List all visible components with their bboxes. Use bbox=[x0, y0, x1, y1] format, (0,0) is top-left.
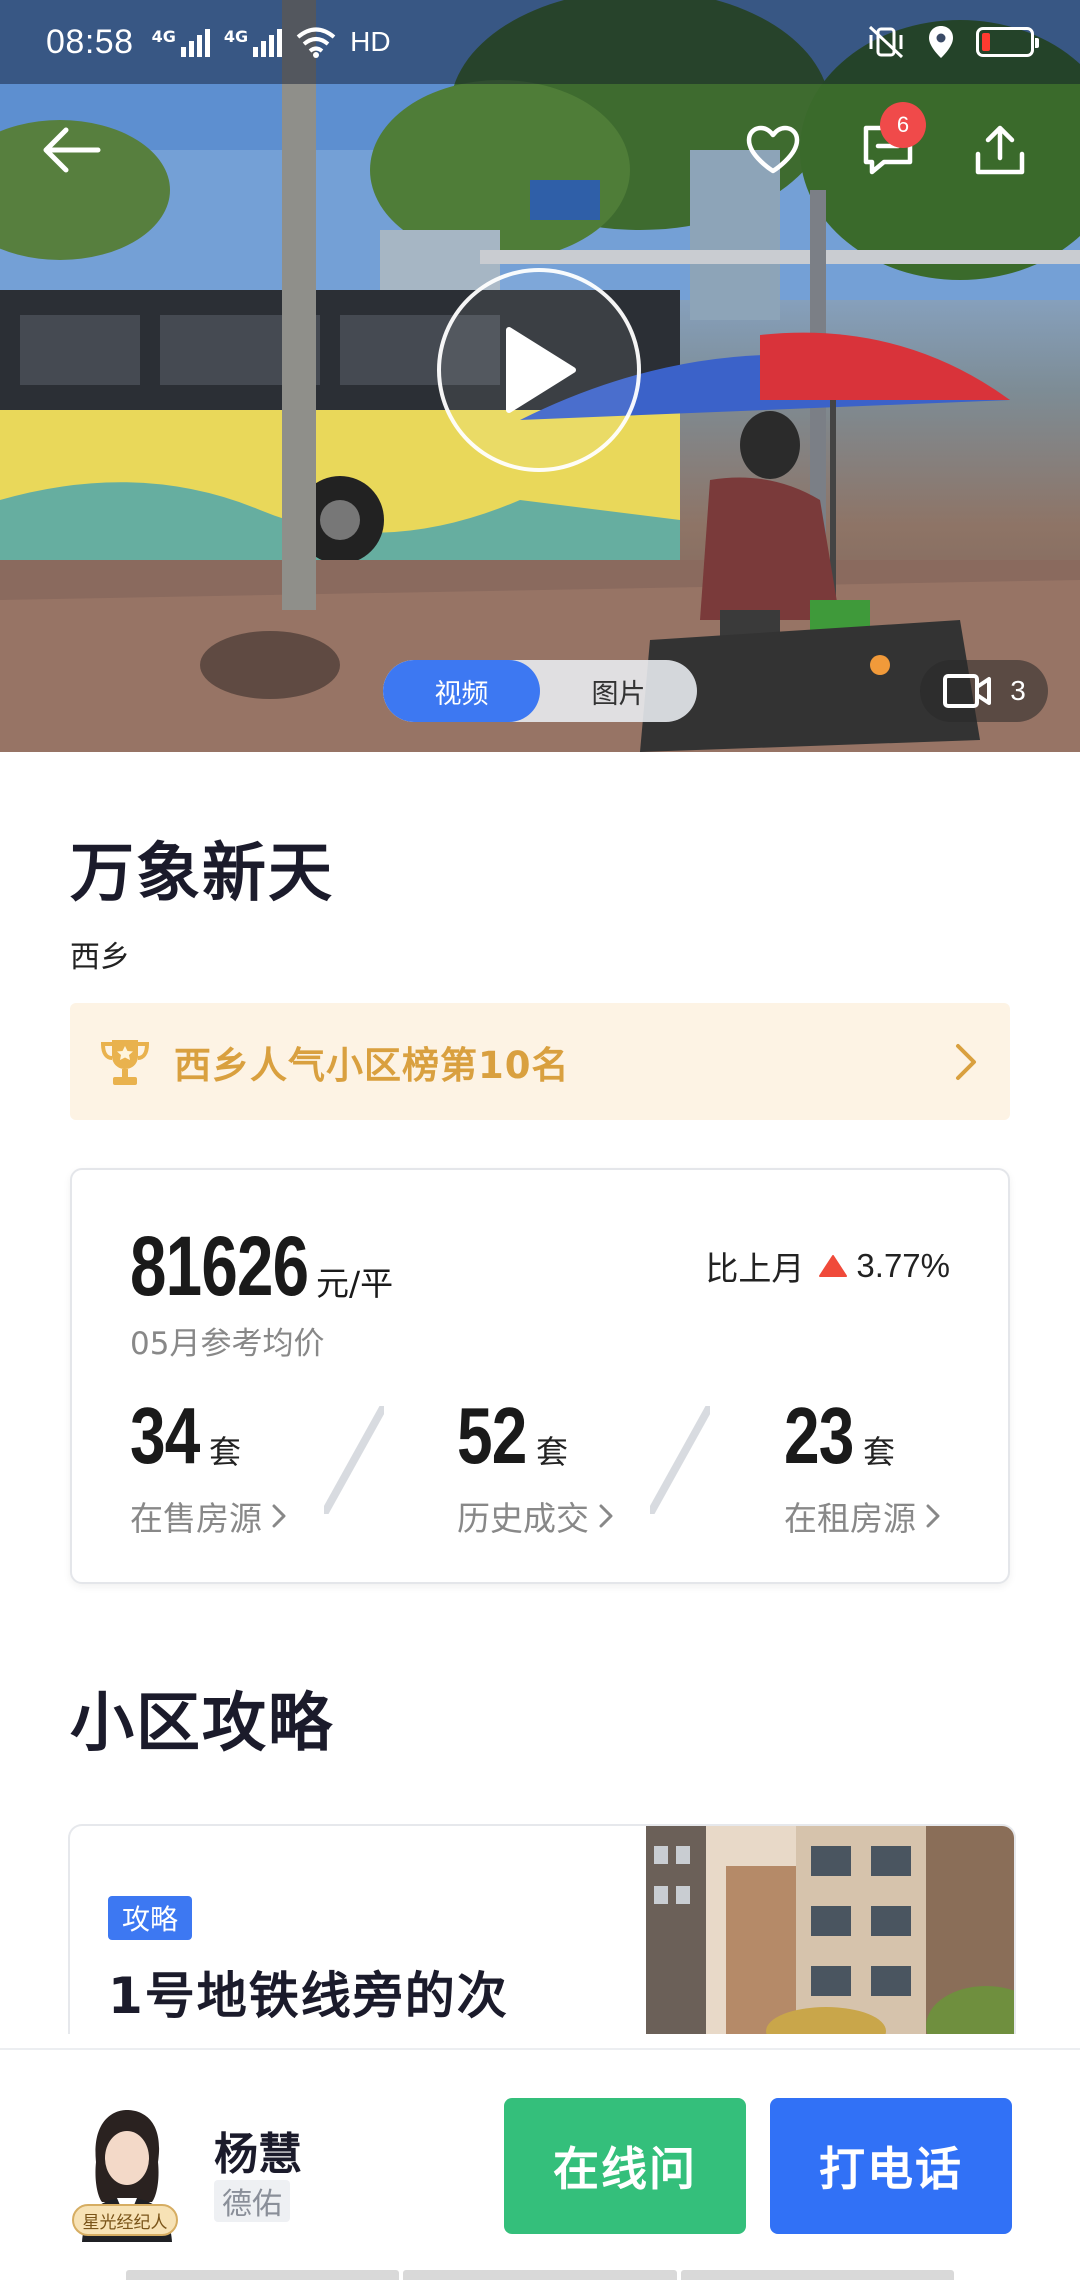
message-badge: 6 bbox=[880, 102, 926, 148]
stat-label: 在售房源 bbox=[130, 1499, 262, 1538]
hero-media[interactable]: 08:58 4G 4G HD 6 视频 图片 3 bbox=[0, 0, 1080, 752]
triangle-up-icon bbox=[819, 1255, 848, 1277]
status-signal-group: 4G 4G HD bbox=[152, 26, 391, 58]
compare-value: 3.77% bbox=[856, 1247, 950, 1284]
chevron-right-icon bbox=[926, 1504, 940, 1528]
guide-thumbnail bbox=[646, 1826, 1014, 2034]
video-camera-icon bbox=[943, 674, 992, 708]
guide-card[interactable]: 攻略 1号地铁线旁的次 bbox=[68, 1824, 1016, 2034]
share-icon bbox=[975, 125, 1025, 175]
stat-unit: 套 bbox=[862, 1433, 895, 1471]
chevron-right-icon bbox=[599, 1504, 613, 1528]
play-icon bbox=[506, 327, 576, 413]
stat-divider bbox=[650, 1406, 710, 1514]
community-header: 万象新天 西乡 bbox=[70, 822, 334, 976]
stat-unit: 套 bbox=[535, 1433, 568, 1471]
district-label: 西乡 bbox=[70, 940, 130, 975]
wifi-icon bbox=[296, 27, 336, 58]
community-name: 万象新天 bbox=[70, 837, 334, 911]
status-time: 08:58 bbox=[46, 22, 134, 61]
stat-number: 52 bbox=[457, 1391, 527, 1480]
location-icon bbox=[929, 26, 953, 58]
bottom-action-bar: 星光经纪人 杨慧 德佑 在线问 打电话 bbox=[0, 2048, 1080, 2280]
stat-unit: 套 bbox=[208, 1433, 241, 1471]
agent-badge: 星光经纪人 bbox=[72, 2204, 178, 2236]
online-chat-button[interactable]: 在线问 bbox=[504, 2098, 746, 2234]
battery-icon bbox=[976, 27, 1039, 57]
video-count: 3 bbox=[1010, 675, 1026, 706]
stat-for-rent[interactable]: 23 套 在租房源 bbox=[784, 1390, 1044, 1540]
month-compare: 比上月 3.77% bbox=[705, 1242, 950, 1290]
signal-icon-2: 4G bbox=[224, 27, 283, 57]
favorite-button[interactable] bbox=[733, 110, 813, 190]
guide-tag: 攻略 bbox=[108, 1896, 193, 1940]
chevron-right-icon bbox=[272, 1504, 286, 1528]
play-video-button[interactable] bbox=[437, 268, 641, 472]
stat-label: 历史成交 bbox=[457, 1499, 589, 1538]
ranking-banner[interactable]: 西乡人气小区榜第10名 bbox=[70, 1003, 1010, 1120]
price-card: 81626 元/平 05月参考均价 比上月 3.77% 34 套 在售房源 52… bbox=[70, 1168, 1010, 1584]
video-count-badge[interactable]: 3 bbox=[920, 660, 1048, 722]
chevron-right-icon bbox=[956, 1043, 976, 1080]
heart-icon bbox=[746, 125, 800, 174]
price-caption: 05月参考均价 bbox=[130, 1326, 325, 1362]
hd-label: HD bbox=[350, 26, 391, 57]
tab-video[interactable]: 视频 bbox=[383, 660, 540, 722]
call-button[interactable]: 打电话 bbox=[770, 2098, 1012, 2234]
average-price: 81626 bbox=[130, 1219, 309, 1313]
battery-level bbox=[982, 33, 990, 51]
stat-divider bbox=[324, 1406, 384, 1514]
share-button[interactable] bbox=[960, 110, 1040, 190]
message-button[interactable]: 6 bbox=[848, 102, 928, 190]
vibrate-icon bbox=[868, 25, 904, 59]
signal-icon: 4G bbox=[152, 27, 210, 57]
trophy-icon bbox=[100, 1039, 150, 1085]
status-right-icons bbox=[866, 25, 1039, 59]
stat-number: 23 bbox=[784, 1391, 854, 1480]
stat-number: 34 bbox=[130, 1391, 200, 1480]
compare-label: 比上月 bbox=[705, 1249, 805, 1288]
media-toggle: 视频 图片 bbox=[383, 660, 697, 722]
price-row: 81626 元/平 bbox=[130, 1218, 393, 1315]
agent-name[interactable]: 杨慧 bbox=[214, 2118, 302, 2182]
top-nav: 6 bbox=[0, 102, 1080, 190]
back-button[interactable] bbox=[32, 110, 112, 190]
gesture-bar bbox=[126, 2270, 954, 2280]
stat-label: 在租房源 bbox=[784, 1499, 916, 1538]
tab-photo[interactable]: 图片 bbox=[540, 660, 697, 722]
price-unit: 元/平 bbox=[316, 1264, 394, 1303]
guide-heading: 小区攻略 bbox=[70, 1687, 334, 1761]
arrow-left-icon bbox=[43, 127, 101, 173]
status-bar: 08:58 4G 4G HD bbox=[0, 0, 1080, 84]
ranking-text: 西乡人气小区榜第10名 bbox=[174, 1043, 570, 1087]
agent-company: 德佑 bbox=[214, 2180, 290, 2222]
guide-title: 1号地铁线旁的次 bbox=[108, 1967, 509, 2025]
